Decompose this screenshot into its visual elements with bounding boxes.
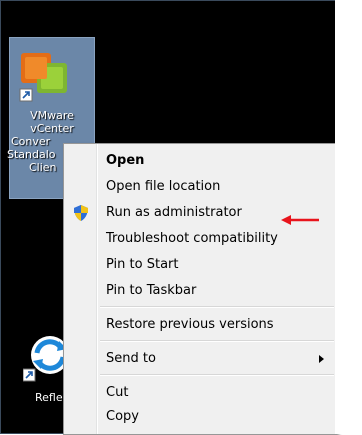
menu-separator bbox=[100, 374, 334, 376]
menu-item-open-file-location[interactable]: Open file location bbox=[64, 174, 336, 200]
menu-item-label: Pin to Taskbar bbox=[106, 283, 197, 298]
icon-label-line: Conver bbox=[11, 135, 51, 148]
uac-shield-icon bbox=[74, 205, 88, 221]
menu-item-pin-to-taskbar[interactable]: Pin to Taskbar bbox=[64, 278, 336, 304]
menu-item-troubleshoot-compatibility[interactable]: Troubleshoot compatibility bbox=[64, 226, 336, 252]
menu-item-copy[interactable]: Copy bbox=[64, 404, 336, 430]
menu-item-label: Troubleshoot compatibility bbox=[106, 231, 278, 246]
window-edge bbox=[335, 0, 362, 434]
menu-item-cut[interactable]: Cut bbox=[64, 380, 336, 406]
menu-item-restore-previous-versions[interactable]: Restore previous versions bbox=[64, 312, 336, 338]
menu-separator bbox=[100, 340, 334, 342]
icon-label-line: VMware bbox=[30, 109, 74, 122]
menu-item-label: Cut bbox=[106, 385, 129, 400]
menu-item-label: Run as administrator bbox=[106, 205, 242, 220]
menu-item-pin-to-start[interactable]: Pin to Start bbox=[64, 252, 336, 278]
menu-item-label: Restore previous versions bbox=[106, 317, 274, 332]
icon-label-line: vCenter bbox=[30, 122, 74, 135]
desktop: VMware vCenter Conver Standalo Clien Ref… bbox=[0, 0, 362, 435]
menu-item-label: Pin to Start bbox=[106, 257, 179, 272]
menu-item-open[interactable]: Open bbox=[64, 148, 336, 174]
menu-item-send-to[interactable]: Send to bbox=[64, 346, 336, 372]
context-menu: Open Open file location Run as administr… bbox=[63, 143, 337, 435]
vmware-converter-icon[interactable] bbox=[19, 49, 73, 103]
menu-item-label: Open bbox=[106, 153, 145, 168]
menu-item-label: Open file location bbox=[106, 179, 221, 194]
annotation-arrow-icon bbox=[281, 215, 319, 225]
menu-separator bbox=[100, 306, 334, 308]
menu-item-label: Copy bbox=[106, 409, 139, 424]
submenu-arrow-icon bbox=[319, 355, 324, 363]
menu-item-label: Send to bbox=[106, 351, 156, 366]
icon-label-line: Standalo bbox=[7, 148, 56, 161]
